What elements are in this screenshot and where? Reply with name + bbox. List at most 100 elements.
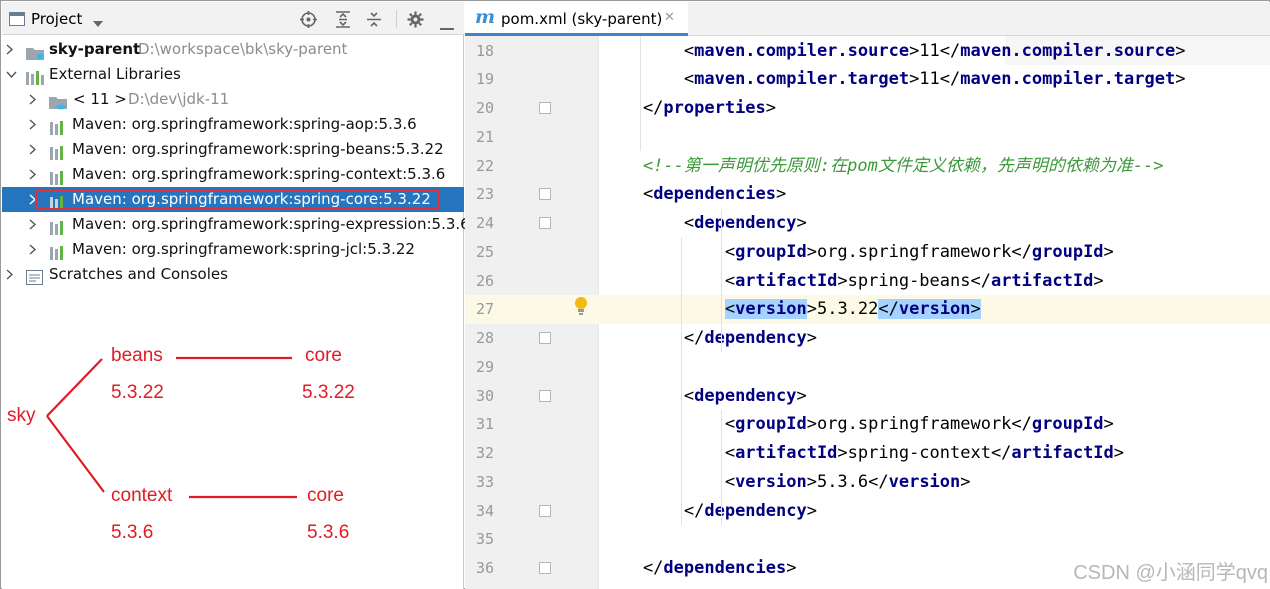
line-number: 19	[475, 70, 494, 89]
xml-text: >	[970, 299, 981, 320]
xml-text: >	[960, 471, 971, 492]
tree-item-spring-expression[interactable]: Maven: org.springframework:spring-expres…	[2, 212, 470, 237]
code-line[interactable]: 18 <maven.compiler.source>11</maven.comp…	[465, 37, 1270, 66]
code-line[interactable]: 30 <dependency>	[465, 382, 1270, 411]
annotation-top-right: core	[305, 345, 342, 366]
tree-item-path: D:\dev\jdk-11	[128, 90, 230, 108]
minimize-icon[interactable]	[440, 17, 454, 35]
toolbar-divider	[396, 10, 397, 28]
line-number: 34	[475, 501, 494, 520]
tree-item-label: Maven: org.springframework:spring-contex…	[72, 165, 446, 183]
indent-guide	[680, 237, 682, 525]
code-line[interactable]: 32 <artifactId>spring-context</artifactI…	[465, 439, 1270, 468]
line-number: 33	[475, 472, 494, 491]
tree-item-spring-context[interactable]: Maven: org.springframework:spring-contex…	[2, 162, 464, 187]
line-number: 18	[475, 41, 494, 60]
chevron-right-icon[interactable]	[29, 162, 41, 187]
line-number: 24	[475, 214, 494, 232]
xml-text: >5.3.22	[806, 299, 879, 320]
fold-marker-icon[interactable]	[539, 188, 551, 201]
tree-item-scratches[interactable]: Scratches and Consoles	[2, 262, 464, 287]
collapse-all-icon[interactable]	[366, 11, 382, 32]
code-line[interactable]: 33 <version>5.3.6</version>	[465, 468, 1270, 497]
xml-text: >spring-beans</	[837, 270, 991, 291]
chevron-right-icon[interactable]	[6, 37, 18, 62]
tree-item-label: Maven: org.springframework:spring-jcl:5.…	[72, 240, 415, 258]
xml-tag-name: groupId	[1031, 414, 1104, 435]
code-area[interactable]: 18 <maven.compiler.source>11</maven.comp…	[465, 36, 1270, 589]
tree-item-spring-aop[interactable]: Maven: org.springframework:spring-aop:5.…	[2, 112, 464, 137]
locate-icon[interactable]	[300, 11, 317, 32]
tree-item-sky-parent[interactable]: sky-parent D:\workspace\bk\sky-parent	[2, 37, 464, 62]
line-number: 30	[475, 386, 494, 405]
tree-item-label: Maven: org.springframework:spring-expres…	[72, 215, 470, 233]
ide-window: Project sky-parent D:\workspace\bk\sky-p…	[0, 0, 1270, 589]
xml-tag-name: dependencies	[663, 558, 787, 578]
gear-icon[interactable]	[407, 11, 424, 32]
code-text: <dependencies>	[602, 180, 786, 209]
xml-text: <	[602, 443, 736, 463]
close-icon[interactable]: ✕	[664, 10, 675, 25]
code-line[interactable]: 19 <maven.compiler.target>11</maven.comp…	[465, 65, 1270, 94]
lightbulb-icon[interactable]	[574, 296, 588, 320]
red-highlight-box	[35, 189, 439, 210]
fold-marker-icon[interactable]	[539, 504, 551, 517]
fold-marker-icon[interactable]	[539, 389, 551, 402]
fold-marker-icon[interactable]	[539, 102, 551, 114]
project-view-icon	[9, 12, 25, 30]
code-line[interactable]: 29	[465, 353, 1270, 382]
chevron-right-icon[interactable]	[29, 212, 41, 237]
tree-item-label: < 11 >	[73, 90, 127, 108]
tree-item-jdk[interactable]: < 11 > D:\dev\jdk-11	[2, 87, 464, 112]
chevron-right-icon[interactable]	[29, 87, 41, 112]
xml-text: <	[724, 299, 736, 320]
chevron-down-icon[interactable]	[6, 62, 18, 87]
xml-text: <	[602, 471, 736, 492]
fold-marker-icon[interactable]	[539, 562, 551, 574]
xml-text: >org.springframework</	[806, 241, 1032, 262]
xml-text: <	[602, 270, 736, 291]
fold-marker-icon[interactable]	[539, 332, 551, 344]
tab-pom-xml[interactable]: m pom.xml (sky-parent) ✕	[465, 2, 688, 36]
xml-text: >	[1113, 443, 1125, 463]
annotation-bottom-left-version: 5.3.6	[111, 522, 154, 543]
tree-item-label: Maven: org.springframework:spring-aop:5.…	[72, 115, 417, 133]
xml-text: >	[806, 500, 817, 521]
tree-item-spring-jcl[interactable]: Maven: org.springframework:spring-jcl:5.…	[2, 237, 464, 262]
chevron-right-icon[interactable]	[29, 112, 41, 137]
editor-pane: m pom.xml (sky-parent) ✕ 18 <maven.compi…	[465, 2, 1270, 589]
code-line[interactable]: 25 <groupId>org.springframework</groupId…	[465, 238, 1270, 267]
code-line[interactable]: 31 <groupId>org.springframework</groupId…	[465, 410, 1270, 439]
code-line[interactable]: 21	[465, 123, 1270, 152]
editor-tab-bar: m pom.xml (sky-parent) ✕	[465, 2, 1270, 36]
xml-tag-name: maven.compiler.target	[694, 69, 910, 90]
tree-item-external-libraries[interactable]: External Libraries	[2, 62, 464, 87]
line-number: 31	[475, 415, 494, 434]
code-text: <version>5.3.6</version>	[602, 468, 971, 497]
chevron-down-icon[interactable]	[92, 14, 104, 32]
tree-item-spring-core[interactable]: Maven: org.springframework:spring-core:5…	[2, 187, 464, 212]
code-line[interactable]: 34 </dependency>	[465, 497, 1270, 526]
fold-marker-icon[interactable]	[539, 217, 551, 229]
line-number: 36	[475, 559, 494, 577]
project-view-title[interactable]: Project	[31, 10, 82, 28]
xml-text: <	[602, 40, 695, 61]
code-line[interactable]: 28 </dependency>	[465, 324, 1270, 353]
code-line[interactable]: 22 <!--第一声明优先原则:在pom文件定义依赖，先声明的依赖为准-->	[465, 152, 1270, 181]
xml-text: >11</	[909, 69, 961, 90]
code-line[interactable]: 23 <dependencies>	[465, 180, 1270, 209]
code-line[interactable]: 24 <dependency>	[465, 209, 1270, 238]
project-panel: Project sky-parent D:\workspace\bk\sky-p…	[2, 2, 470, 589]
chevron-right-icon[interactable]	[6, 262, 18, 287]
tree-item-spring-beans[interactable]: Maven: org.springframework:spring-beans:…	[2, 137, 464, 162]
code-line[interactable]: 26 <artifactId>spring-beans</artifactId>	[465, 267, 1270, 296]
line-number: 26	[475, 271, 494, 290]
code-line[interactable]: 20 </properties>	[465, 94, 1270, 123]
chevron-right-icon[interactable]	[29, 237, 41, 262]
expand-all-icon[interactable]	[335, 11, 351, 32]
chevron-right-icon[interactable]	[29, 137, 41, 162]
tree-item-label: Maven: org.springframework:spring-beans:…	[72, 140, 444, 158]
xml-text: >	[1175, 40, 1186, 61]
project-tree: sky-parent D:\workspace\bk\sky-parent Ex…	[2, 37, 470, 287]
code-line[interactable]: 35	[465, 525, 1270, 554]
